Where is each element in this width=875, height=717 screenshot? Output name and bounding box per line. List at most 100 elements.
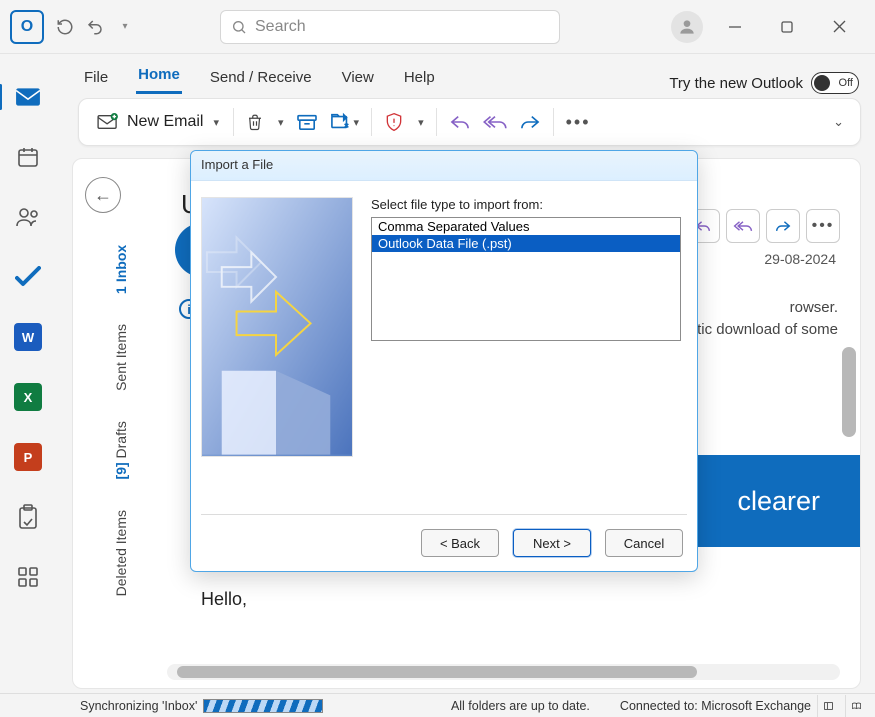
msg-forward-button[interactable] <box>766 209 800 243</box>
inbox-count: 1 <box>113 286 129 294</box>
next-button[interactable]: Next > <box>513 529 591 557</box>
status-sync-label: Synchronizing 'Inbox' <box>80 699 197 713</box>
reply-button[interactable] <box>443 105 477 139</box>
rail-calendar[interactable] <box>13 142 43 172</box>
new-email-icon <box>97 113 119 131</box>
rail-word[interactable]: W <box>13 322 43 352</box>
tab-view[interactable]: View <box>340 63 376 94</box>
trash-icon <box>246 112 264 132</box>
try-new-outlook-toggle[interactable]: Off <box>811 72 859 94</box>
minimize-button[interactable] <box>723 15 747 39</box>
mail-icon <box>15 87 41 107</box>
rail-powerpoint[interactable]: P <box>13 442 43 472</box>
forward-icon <box>519 113 541 131</box>
horizontal-scrollbar[interactable] <box>167 664 840 680</box>
drafts-count: [9] <box>113 462 129 479</box>
toggle-off-label: Off <box>839 77 853 89</box>
sent-label: Sent Items <box>113 324 129 391</box>
toggle-knob <box>814 75 830 91</box>
move-button[interactable]: ▾ <box>324 105 366 139</box>
tab-file[interactable]: File <box>82 63 110 94</box>
vertical-scrollbar[interactable] <box>842 347 856 437</box>
new-email-button[interactable]: New Email ▾ <box>89 113 227 131</box>
apps-grid-icon <box>17 566 39 588</box>
view-reading-icon[interactable] <box>845 695 867 717</box>
rail-excel[interactable]: X <box>13 382 43 412</box>
move-to-folder-icon <box>330 112 352 132</box>
tab-send-receive[interactable]: Send / Receive <box>208 63 314 94</box>
dialog-title: Import a File <box>191 151 697 181</box>
tab-help[interactable]: Help <box>402 63 437 94</box>
more-commands-button[interactable]: ••• <box>560 105 597 139</box>
back-button[interactable]: ← <box>85 177 121 213</box>
rail-more-apps[interactable] <box>13 562 43 592</box>
file-type-listbox[interactable]: Comma Separated Values Outlook Data File… <box>371 217 681 341</box>
tab-home[interactable]: Home <box>136 60 182 94</box>
folder-deleted[interactable]: Deleted Items <box>111 504 131 602</box>
report-dropdown[interactable]: ▾ <box>410 105 430 139</box>
folder-sent[interactable]: Sent Items <box>111 318 131 397</box>
reply-icon <box>449 113 471 131</box>
message-actions: ••• <box>686 209 840 243</box>
app-rail: W X P <box>0 54 56 695</box>
report-button[interactable] <box>378 105 410 139</box>
status-bar: Synchronizing 'Inbox' All folders are up… <box>0 693 875 717</box>
search-input[interactable]: Search <box>220 10 560 44</box>
forward-button[interactable] <box>513 105 547 139</box>
inbox-label: Inbox <box>113 245 129 282</box>
qatoolbar-dropdown-icon[interactable]: ▾ <box>110 12 140 42</box>
scroll-thumb[interactable] <box>177 666 697 678</box>
delete-dropdown[interactable]: ▾ <box>270 105 290 139</box>
try-new-outlook-label: Try the new Outlook <box>669 75 803 92</box>
reply-all-button[interactable] <box>477 105 513 139</box>
excel-icon: X <box>14 383 42 411</box>
folder-inbox[interactable]: 1 Inbox <box>111 239 131 300</box>
close-button[interactable] <box>827 15 851 39</box>
status-connection-label: Connected to: Microsoft Exchange <box>620 699 811 713</box>
maximize-button[interactable] <box>775 15 799 39</box>
people-icon <box>15 206 41 228</box>
refresh-icon[interactable] <box>50 12 80 42</box>
account-avatar[interactable] <box>671 11 703 43</box>
collapse-ribbon-button[interactable]: ⌄ <box>825 105 850 139</box>
msg-reply-all-button[interactable] <box>726 209 760 243</box>
calendar-icon <box>16 145 40 169</box>
view-normal-icon[interactable] <box>817 695 839 717</box>
rail-notes[interactable] <box>13 502 43 532</box>
msg-more-button[interactable]: ••• <box>806 209 840 243</box>
rail-people[interactable] <box>13 202 43 232</box>
option-pst[interactable]: Outlook Data File (.pst) <box>372 235 680 252</box>
import-file-dialog: Import a File Select file type to <box>190 150 698 572</box>
outlook-logo-letter: O <box>21 18 33 36</box>
sync-progress-bar <box>203 699 323 713</box>
chevron-down-icon: ▾ <box>213 116 219 129</box>
archive-icon <box>296 113 318 131</box>
undo-icon[interactable] <box>80 12 110 42</box>
cancel-button[interactable]: Cancel <box>605 529 683 557</box>
back-button-dialog[interactable]: < Back <box>421 529 499 557</box>
todo-check-icon <box>15 266 41 288</box>
message-body-hello: Hello, <box>201 589 247 610</box>
search-placeholder: Search <box>255 18 306 36</box>
ribbon-tabs: File Home Send / Receive View Help Try t… <box>0 54 875 94</box>
archive-button[interactable] <box>290 105 324 139</box>
rail-todo[interactable] <box>13 262 43 292</box>
option-csv[interactable]: Comma Separated Values <box>372 218 680 235</box>
search-icon <box>231 19 247 35</box>
word-icon: W <box>14 323 42 351</box>
folder-rail: 1 Inbox Sent Items [9]Drafts Deleted Item… <box>91 239 151 676</box>
select-file-type-label: Select file type to import from: <box>371 197 543 212</box>
titlebar: O ▾ Search <box>0 0 875 54</box>
rail-mail[interactable] <box>13 82 43 112</box>
message-date: 29-08-2024 <box>764 251 836 267</box>
outlook-window: O ▾ Search File Home Send / Receive View <box>0 0 875 717</box>
clipboard-icon <box>17 504 39 530</box>
status-folders-label: All folders are up to date. <box>451 699 590 713</box>
new-email-label: New Email <box>127 113 203 131</box>
banner-text: clearer <box>737 486 820 517</box>
outlook-logo: O <box>10 10 44 44</box>
powerpoint-icon: P <box>14 443 42 471</box>
window-controls <box>723 15 851 39</box>
delete-button[interactable] <box>240 105 270 139</box>
folder-drafts[interactable]: [9]Drafts <box>111 415 131 485</box>
